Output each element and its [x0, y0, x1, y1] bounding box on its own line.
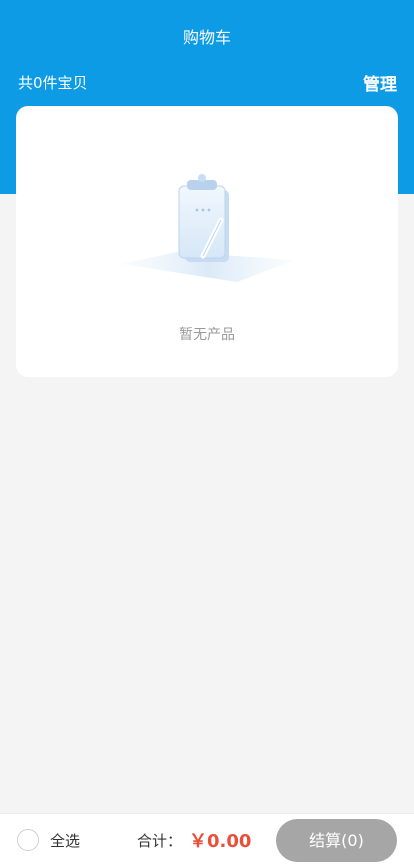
- total-amount: ￥0.00: [189, 831, 252, 852]
- select-all-label[interactable]: 全选: [50, 830, 80, 851]
- checkout-bar: 全选 合计： ￥0.00 结算(0): [0, 813, 414, 866]
- clipboard-pencil-icon: [121, 174, 295, 282]
- empty-cart-card: 暂无产品: [16, 106, 398, 377]
- manage-button[interactable]: 管理: [363, 70, 397, 95]
- checkout-button[interactable]: 结算(0): [276, 819, 397, 862]
- page-title: 购物车: [182, 28, 231, 47]
- select-all-checkbox[interactable]: [17, 829, 39, 851]
- item-count-label: 共0件宝贝: [18, 74, 88, 92]
- total-label: 合计：: [137, 832, 183, 850]
- shopping-cart-page: 购物车 共0件宝贝 管理 暂无产品 全选 合计： ￥0.00 结算(0): [0, 0, 414, 866]
- empty-state-message: 暂无产品: [179, 327, 235, 343]
